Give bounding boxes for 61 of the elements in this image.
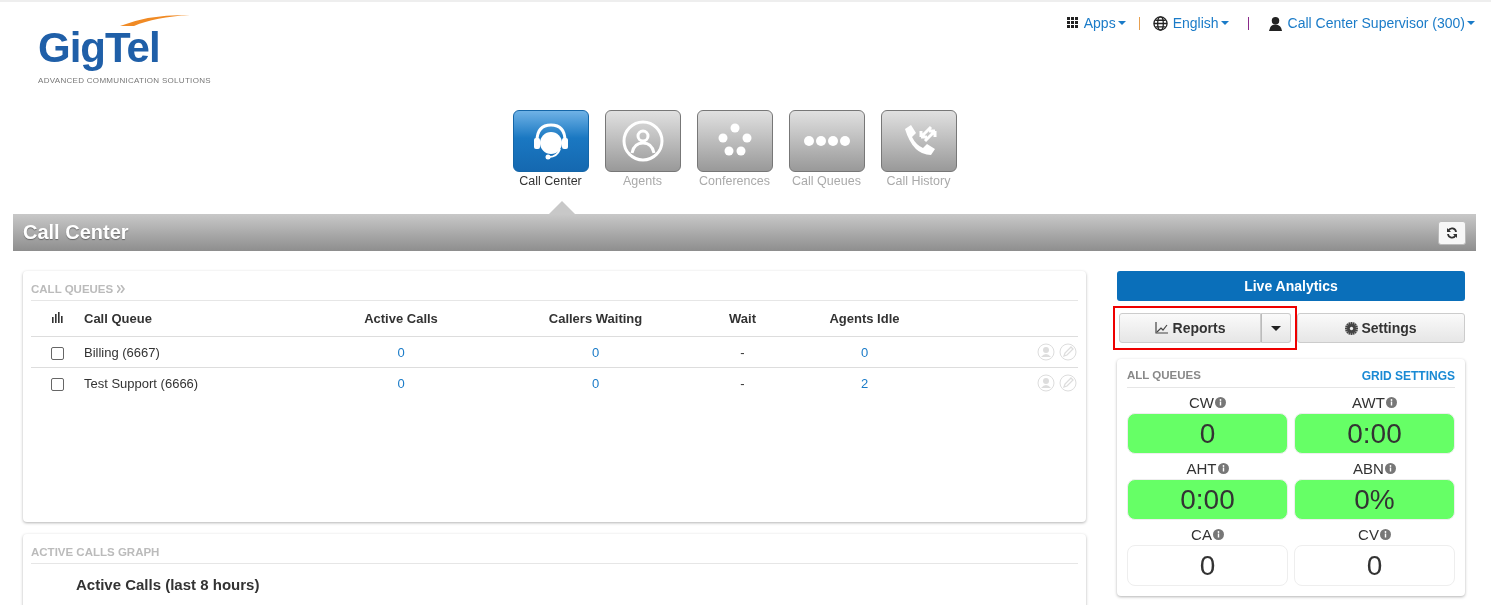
metric-value: 0 (1127, 545, 1288, 586)
section-title: CALL QUEUES (31, 283, 114, 295)
user-icon (1267, 15, 1283, 31)
reports-button[interactable]: Reports (1119, 313, 1261, 343)
info-icon[interactable] (1385, 397, 1397, 408)
table-cell[interactable]: 0 (315, 336, 487, 368)
info-icon[interactable] (1379, 529, 1391, 540)
info-icon[interactable] (1217, 463, 1229, 474)
grid-settings-link[interactable]: GRID SETTINGS (1361, 369, 1455, 383)
info-icon[interactable] (1215, 397, 1226, 408)
info-icon[interactable] (1212, 529, 1224, 540)
metric-value: 0:00 (1127, 479, 1288, 520)
grid-icon (1066, 17, 1079, 29)
chart-title: Active Calls (last 8 hours) (76, 576, 261, 593)
metric-value: 0% (1294, 479, 1455, 520)
logo-text: GigTel (38, 26, 160, 70)
metric-label: AHT (1186, 460, 1217, 477)
info-icon[interactable] (1384, 463, 1396, 474)
settings-icon (1345, 321, 1359, 335)
column-header: Call Queue (83, 301, 315, 337)
menu-link[interactable]: Apps (1083, 15, 1126, 31)
column-header: Wait (704, 301, 781, 337)
live-analytics-button[interactable]: Live Analytics (1117, 271, 1465, 301)
table-cell[interactable]: 2 (781, 367, 948, 398)
metric-label: AWT (1352, 394, 1385, 411)
settings-button[interactable]: Settings (1297, 313, 1465, 343)
table-cell[interactable]: 0 (487, 367, 704, 398)
metric-value: 0 (1127, 413, 1288, 454)
dots-row-icon (801, 134, 852, 148)
checkbox[interactable] (50, 346, 64, 360)
section-title: ACTIVE CALLS GRAPH (31, 546, 160, 558)
queue-name: Billing (6667) (83, 336, 315, 368)
column-header: Active Calls (315, 301, 487, 337)
metric-label: CW (1189, 394, 1214, 411)
table-cell: - (704, 367, 781, 398)
column-header: Callers Waiting (487, 301, 704, 337)
metric-label: ABN (1353, 460, 1384, 477)
dropdown-button[interactable] (1261, 313, 1291, 343)
metric-value: 0:00 (1294, 413, 1455, 454)
page-title: Call Center (23, 221, 129, 244)
double-chevron-icon (117, 285, 127, 293)
table-cell[interactable]: 0 (487, 336, 704, 368)
refresh-icon (1446, 226, 1458, 239)
metric-label: CV (1358, 526, 1379, 543)
column-header: Agents Idle (781, 301, 948, 337)
globe-icon (1152, 15, 1168, 31)
table-cell: - (704, 336, 781, 368)
menu-link[interactable]: Call Center Supervisor (300) (1287, 15, 1475, 31)
metric-value: 0 (1294, 545, 1455, 586)
table-cell[interactable]: 0 (315, 367, 487, 398)
queue-name: Test Support (6666) (83, 367, 315, 398)
section-title: ALL QUEUES (1127, 369, 1201, 383)
table-cell[interactable]: 0 (781, 336, 948, 368)
logo-tagline: ADVANCED COMMUNICATION SOLUTIONS (38, 76, 211, 85)
menu-link[interactable]: English (1172, 15, 1229, 31)
checkbox[interactable] (50, 377, 64, 391)
line-chart-icon (1154, 322, 1168, 334)
people-icon (620, 119, 665, 163)
metric-label: CA (1191, 526, 1212, 543)
refresh-button[interactable] (1438, 220, 1466, 245)
bar-chart-icon (51, 312, 63, 323)
